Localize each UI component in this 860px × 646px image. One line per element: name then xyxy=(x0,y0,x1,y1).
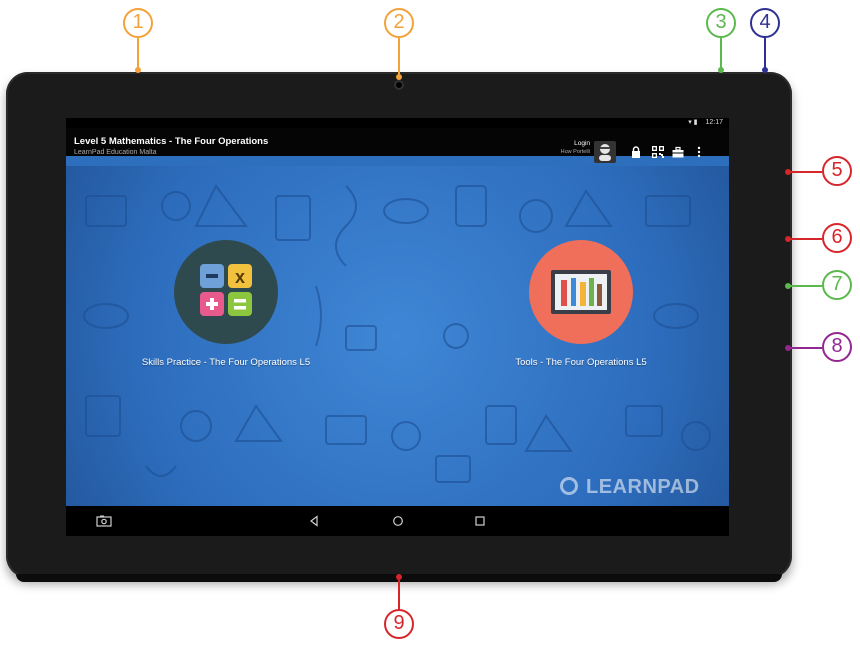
status-icons: ▾ ▮ xyxy=(688,119,700,126)
login-label[interactable]: Login xyxy=(538,140,590,147)
front-camera xyxy=(394,80,404,90)
login-area[interactable]: Login Huw Portelli xyxy=(538,140,590,155)
callout-9: 9 xyxy=(384,609,414,639)
qr-code-icon[interactable] xyxy=(652,146,664,158)
math-operations-icon[interactable]: x xyxy=(174,240,278,344)
status-time: 12:17 xyxy=(705,119,723,126)
navigation-bar xyxy=(66,506,729,536)
callout-5: 5 xyxy=(822,156,852,186)
toolbox-icon[interactable] xyxy=(672,146,684,158)
callout-1: 1 xyxy=(123,8,153,38)
learnpad-logo: LEARNPAD xyxy=(560,476,700,499)
callout-2-leader xyxy=(398,38,400,76)
recents-icon[interactable] xyxy=(474,515,486,527)
callout-2: 2 xyxy=(384,8,414,38)
svg-text:x: x xyxy=(235,267,245,287)
tools-icon[interactable] xyxy=(529,240,633,344)
callout-6: 6 xyxy=(822,223,852,253)
callout-8: 8 xyxy=(822,332,852,362)
callout-8-leader xyxy=(790,347,822,349)
home-icon[interactable] xyxy=(392,515,404,527)
user-name: Huw Portelli xyxy=(560,149,590,155)
screenshot-icon[interactable] xyxy=(96,515,112,527)
callout-4-leader xyxy=(764,38,766,68)
tablet-screen: ▾ ▮ 12:17 Level 5 Mathematics - The Four… xyxy=(66,118,729,536)
learnpad-logo-icon xyxy=(560,477,578,495)
callout-5-leader xyxy=(790,171,822,173)
callout-9-leader xyxy=(398,580,400,610)
callout-6-leader xyxy=(790,238,822,240)
callout-3-leader xyxy=(720,38,722,68)
app-bar: Level 5 Mathematics - The Four Operation… xyxy=(66,128,729,163)
app-title: Level 5 Mathematics - The Four Operation… xyxy=(74,136,269,147)
home-screen: x Skills Practice - The Four Operations … xyxy=(66,166,729,506)
app-skills-practice[interactable]: x Skills Practice - The Four Operations … xyxy=(126,240,326,368)
callout-1-leader xyxy=(137,38,139,68)
callout-4-dot xyxy=(762,67,768,73)
avatar-icon[interactable] xyxy=(594,141,616,163)
overflow-menu-icon[interactable] xyxy=(693,146,705,158)
app-label[interactable]: Tools - The Four Operations L5 xyxy=(481,357,681,368)
status-bar: ▾ ▮ 12:17 xyxy=(66,118,729,128)
app-subtitle: LearnPad Education Malta xyxy=(74,149,157,156)
callout-4: 4 xyxy=(750,8,780,38)
back-icon[interactable] xyxy=(308,515,320,527)
callout-2-dot xyxy=(396,74,402,80)
app-label[interactable]: Skills Practice - The Four Operations L5 xyxy=(126,357,326,368)
callout-3: 3 xyxy=(706,8,736,38)
watermark-text: LEARNPAD xyxy=(586,476,700,498)
app-tools[interactable]: Tools - The Four Operations L5 xyxy=(481,240,681,368)
lock-icon[interactable] xyxy=(630,146,642,158)
callout-7-leader xyxy=(790,285,822,287)
callout-1-dot xyxy=(135,67,141,73)
callout-7: 7 xyxy=(822,270,852,300)
callout-3-dot xyxy=(718,67,724,73)
